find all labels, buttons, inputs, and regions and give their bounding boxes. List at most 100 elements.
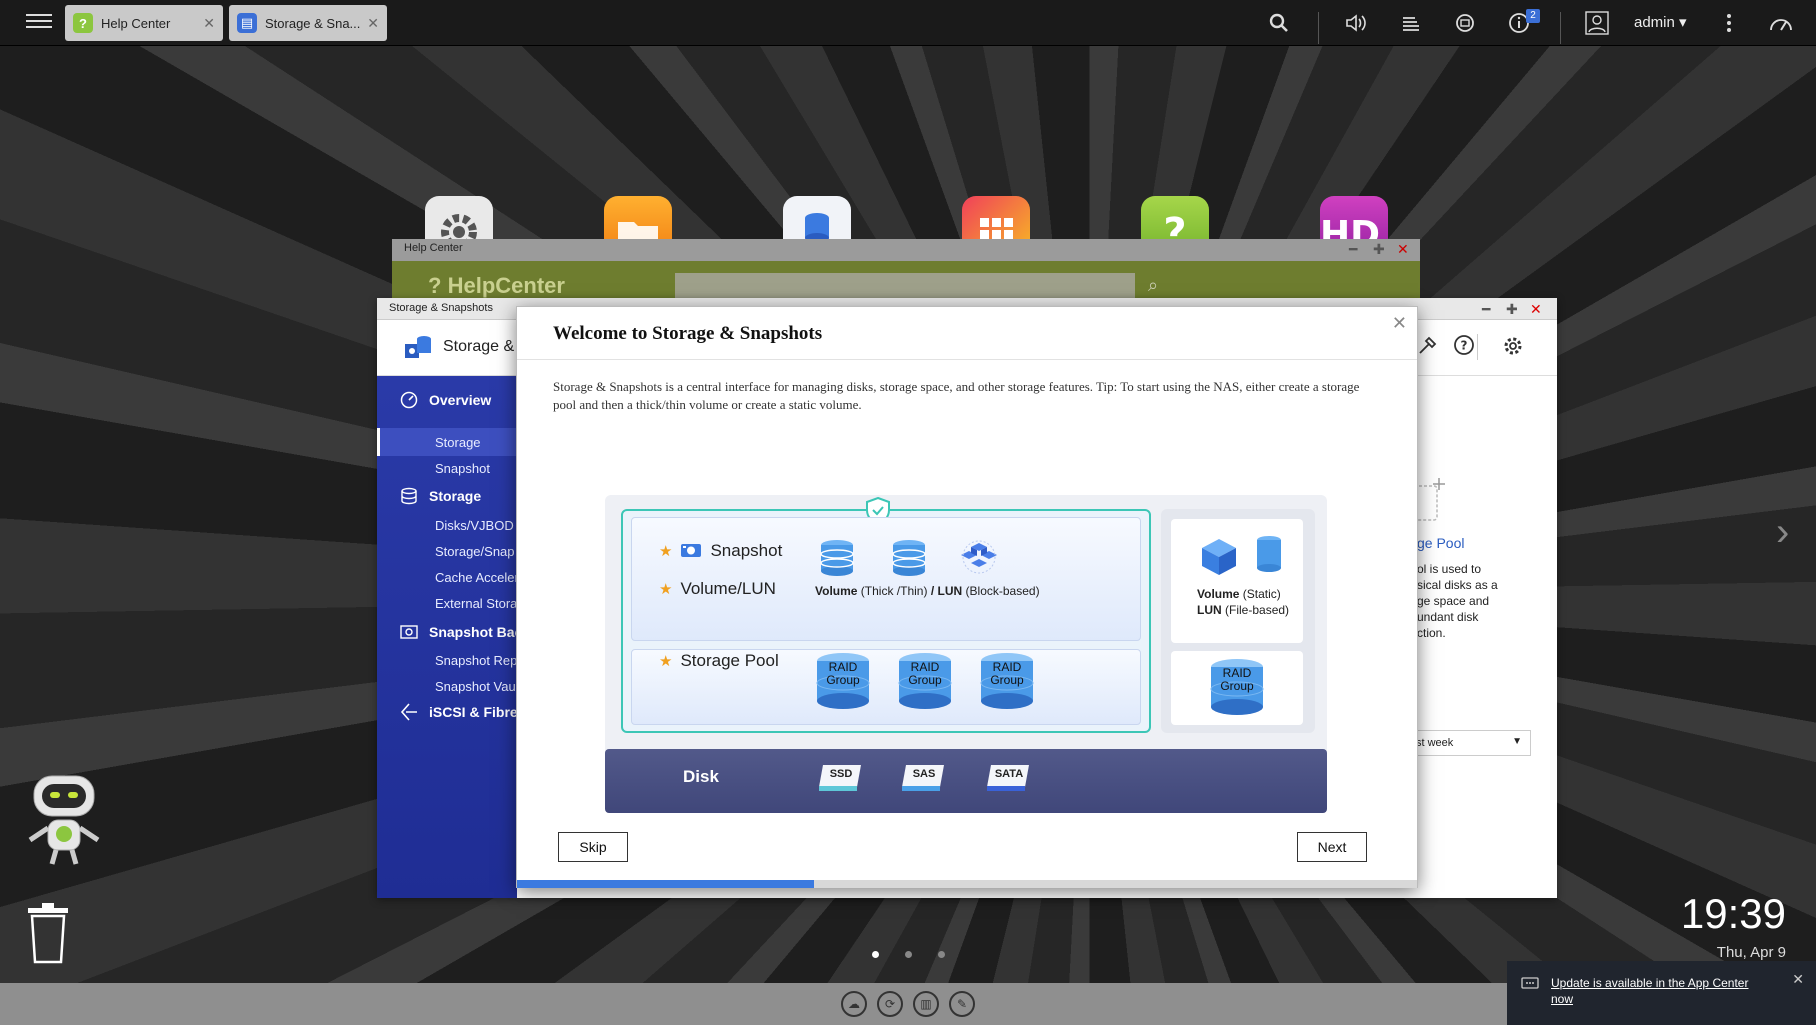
volume-icon[interactable] (1344, 10, 1370, 36)
search-icon[interactable]: ⌕ (1148, 275, 1158, 296)
notification-badge: 2 (1526, 9, 1540, 23)
raid-group-label: RAID Group (815, 661, 871, 687)
sidebar-item-storage[interactable]: Storage (435, 435, 481, 450)
window-title: Storage & Snapshots (389, 302, 493, 314)
maximize-icon[interactable]: ✚ (1373, 241, 1385, 258)
disk-type-label: SSD (829, 768, 853, 780)
update-link[interactable]: Update is available in the App Center no… (1551, 975, 1771, 1007)
sidebar-item-snapshot-vault[interactable]: Snapshot Vau (435, 679, 516, 694)
message-icon (1521, 977, 1539, 991)
sidebar-item-cache-acceleration[interactable]: Cache Acceler (435, 570, 517, 585)
qfinder-robot-icon[interactable] (20, 770, 108, 876)
qsync-icon[interactable]: ⟳ (877, 991, 903, 1017)
taskbar: ? Help Center ✕ ▤ Storage & Sna... ✕ 2 a… (0, 0, 1816, 46)
taskbar-separator (1560, 12, 1561, 44)
group-line: Group (908, 673, 942, 687)
tools-icon[interactable] (1417, 334, 1441, 358)
more-options-icon[interactable] (1716, 10, 1742, 36)
disk-chip-ssd: SSD (817, 763, 865, 793)
sidebar-item-disks[interactable]: Disks/VJBOD (435, 518, 514, 533)
close-icon[interactable]: ✕ (203, 15, 215, 32)
disk-type-label: SAS (912, 768, 936, 780)
edit-icon[interactable]: ✎ (949, 991, 975, 1017)
gear-icon[interactable] (1501, 334, 1525, 358)
help-center-icon: ? (73, 13, 93, 33)
storage-architecture-diagram: ★ Snapshot ★ Volume/LUN ★ Storage Pool Volu… (605, 495, 1327, 813)
storage-pool-label: ★ Storage Pool (659, 651, 779, 671)
raid-line: RAID (1222, 666, 1252, 680)
help-search-input[interactable] (675, 273, 1135, 301)
group-line: Group (826, 673, 860, 687)
star-icon: ★ (659, 581, 673, 598)
cloud-icon[interactable]: ☁ (841, 991, 867, 1017)
close-icon[interactable]: ✕ (367, 15, 379, 32)
snapshot-label: ★ Snapshot (659, 541, 782, 561)
lun-blocks-icon (961, 540, 997, 574)
sidebar-item-snapshot-replica[interactable]: Snapshot Rep (435, 653, 517, 668)
next-desktop-chevron-icon[interactable]: › (1776, 510, 1789, 555)
static-raid-group: RAID Group (1209, 657, 1265, 721)
sidebar-section-snapshot-backup[interactable]: Snapshot Bac (399, 622, 517, 642)
storage-pool-text: ction. (1417, 626, 1446, 640)
dialog-description: Storage & Snapshots is a central interfa… (553, 379, 1360, 412)
sidebar-section-storage[interactable]: Storage (399, 486, 481, 506)
iscsi-icon (399, 702, 419, 722)
next-button[interactable]: Next (1297, 832, 1367, 862)
skip-button[interactable]: Skip (558, 832, 628, 862)
volume-lun-caption: Volume (Thick /Thin) / LUN (Block-based) (815, 584, 1040, 598)
close-icon[interactable]: ✕ (1792, 971, 1804, 988)
external-devices-icon[interactable] (1452, 10, 1478, 36)
sidebar-item-storage-snapshots[interactable]: Storage/Snap (435, 544, 515, 559)
background-tasks-icon[interactable] (1398, 10, 1424, 36)
user-menu[interactable]: admin ▾ (1634, 13, 1687, 31)
star-icon: ★ (659, 543, 673, 560)
time-range-select[interactable]: st week ▼ (1407, 730, 1531, 756)
trash-icon[interactable] (24, 900, 72, 966)
desktop-page-dot[interactable] (872, 951, 879, 958)
search-icon[interactable] (1266, 10, 1292, 36)
help-center-brand: ? HelpCenter (428, 273, 565, 299)
time-range-value: st week (1416, 737, 1454, 749)
storage-pool-text: ge space and (1417, 594, 1490, 608)
desktop-page-dot[interactable] (938, 951, 945, 958)
volume-type-caption: (Thick /Thin) (860, 584, 928, 598)
close-icon[interactable]: ✕ (1392, 313, 1407, 334)
help-icon: ? (428, 273, 442, 298)
lun-type-caption: (Block-based) (965, 584, 1040, 598)
header-separator (1477, 334, 1478, 360)
dashboard-icon[interactable] (1768, 10, 1794, 36)
user-avatar-icon[interactable] (1584, 10, 1610, 36)
volume-lun-label: ★ Volume/LUN (659, 579, 776, 599)
disk-chip-sata: SATA (985, 763, 1033, 793)
sidebar-section-label: Overview (429, 392, 492, 408)
close-icon[interactable]: ✕ (1397, 241, 1409, 258)
help-center-titlebar[interactable]: Help Center (392, 239, 1420, 261)
sidebar-section-label: Snapshot Bac (429, 624, 517, 640)
sidebar-item-snapshot[interactable]: Snapshot (435, 461, 490, 476)
close-icon[interactable]: ✕ (1530, 301, 1542, 318)
group-line: Group (1220, 679, 1254, 693)
raid-group: RAID Group (897, 651, 953, 715)
sidebar-section-overview[interactable]: Overview (399, 390, 491, 410)
maximize-icon[interactable]: ✚ (1506, 301, 1518, 318)
volume-cylinder-icon (892, 540, 926, 576)
dashboard-icon (399, 390, 419, 410)
desktop-page-dot[interactable] (905, 951, 912, 958)
taskbar-tab-storage[interactable]: ▤ Storage & Sna... ✕ (229, 5, 387, 41)
storage-pool-text: Storage Pool (680, 651, 779, 670)
minimize-icon[interactable]: ━ (1482, 301, 1490, 318)
snapshot-text: Snapshot (710, 541, 783, 560)
storage-dock-icon[interactable]: ▥ (913, 991, 939, 1017)
minimize-icon[interactable]: ━ (1349, 241, 1357, 258)
storage-pool-text: sical disks as a (1417, 578, 1498, 592)
sidebar-section-iscsi[interactable]: iSCSI & Fibre C (399, 702, 517, 722)
volume-lun-text: Volume/LUN (680, 579, 776, 598)
main-menu-button[interactable] (24, 10, 54, 34)
help-icon[interactable]: ? (1453, 334, 1477, 358)
sidebar-item-external-storage[interactable]: External Stora (435, 596, 517, 611)
taskbar-tab-help-center[interactable]: ? Help Center ✕ (65, 5, 223, 41)
help-brand-text: HelpCenter (447, 273, 565, 298)
static-lun-cylinder-icon (1257, 536, 1281, 572)
storage-pool-text: undant disk (1417, 610, 1479, 624)
static-volume-text: Volume (1197, 587, 1240, 601)
